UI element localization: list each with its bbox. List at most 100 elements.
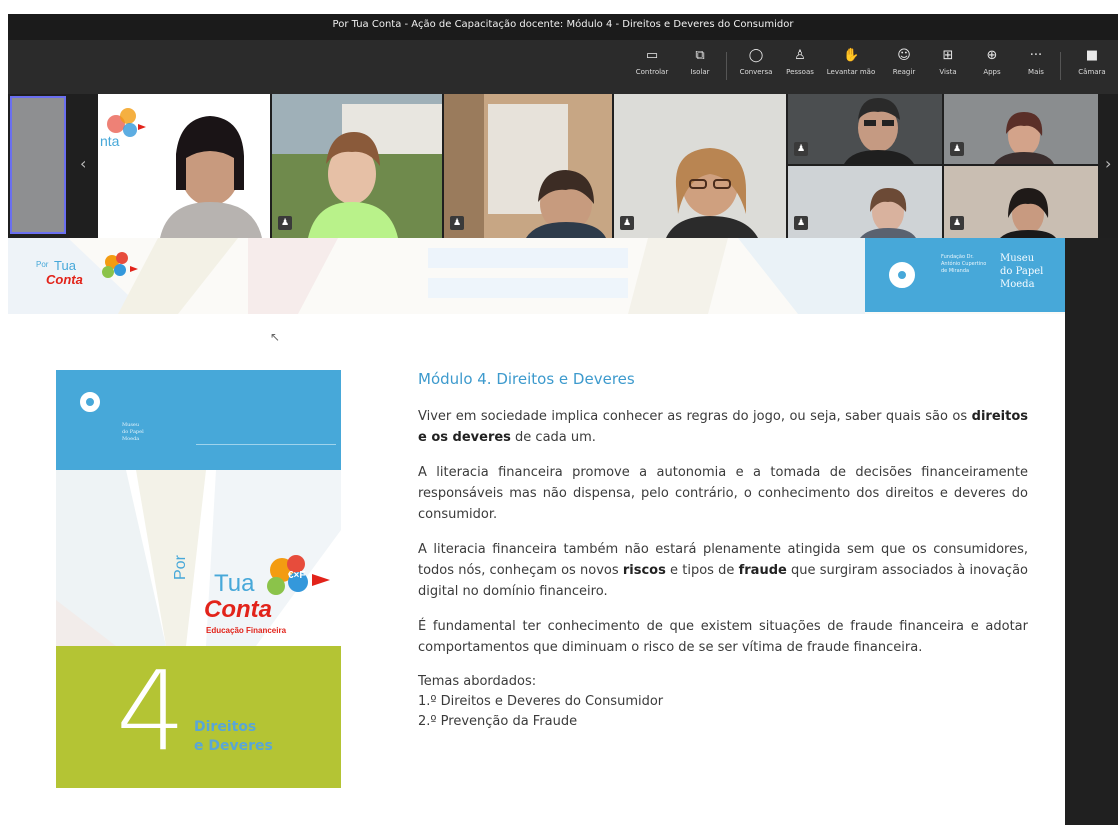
camera-icon: ■ [1085,48,1099,63]
toolbar-divider [1060,52,1061,80]
participant-status-icon: ♟ [950,142,964,156]
apps-button[interactable]: ⊕ Apps [970,48,1014,76]
apps-icon: ⊕ [986,48,998,63]
meeting-toolbar: ▭ Controlar ⧉ Isolar ◯ Conversa ♙ Pessoa… [8,40,1118,94]
pop-out-label: Isolar [690,68,710,76]
header-logo-line2: Conta [46,272,83,287]
participant-video [272,94,442,238]
book-logo: €×F Por Tua Conta Educação Financeira [172,552,334,642]
camera-label: Câmara [1078,68,1106,76]
participant-tile-presenter[interactable]: nta [98,94,270,238]
participant-video [614,94,786,238]
participant-tile[interactable]: ♟ [788,94,942,164]
apps-label: Apps [983,68,1001,76]
header-logo: Por Tua Conta [34,246,144,306]
react-button[interactable]: ☺ Reagir [882,48,926,76]
participant-status-icon: ♟ [794,142,808,156]
participant-tile[interactable]: ♟ [444,94,612,238]
participant-video [444,94,612,238]
toolbar-divider [726,52,727,80]
book-logo-subtitle: Educação Financeira [206,626,287,635]
book-logo-badge: €×F [288,570,306,581]
participant-gallery: ‹ nta ♟ ♟ ♟ ♟ ♟ ♟ ♟ › [8,94,1118,238]
paragraph-1-end: de cada um. [510,430,596,445]
book-module-number: 4 [116,647,186,775]
paragraph-3-mid: e tipos de [665,563,739,578]
paragraph-3: A literacia financeira também não estará… [418,539,1028,602]
header-logo-prefix: Por [36,260,49,269]
participant-tile[interactable]: ♟ [788,166,942,238]
control-icon: ▭ [645,48,659,63]
module-book-cover: Museu do Papel Moeda €×F Por Tua Conta E… [56,370,341,788]
svg-text:nta: nta [100,133,120,149]
meeting-window: Por Tua Conta - Ação de Capacitação doce… [8,0,1118,825]
book-museum-line2: do Papel [122,429,144,435]
museum-ring-icon [889,262,915,288]
camera-button[interactable]: ■ Câmara [1070,48,1114,76]
book-divider [196,444,336,445]
stage-side-panel [1065,238,1118,825]
gallery-previous-icon[interactable]: ‹ [80,154,86,173]
paragraph-3-bold-risks: riscos [622,563,666,578]
chat-button[interactable]: ◯ Conversa [734,48,778,76]
participant-tile[interactable]: ♟ [272,94,442,238]
museum-name-line1: Museu [1000,253,1035,264]
museum-name: Museu do Papel Moeda [1000,252,1043,291]
gallery-next-icon[interactable]: › [1105,154,1111,173]
museum-name-line3: Moeda [1000,279,1035,290]
raise-hand-label: Levantar mão [826,68,876,76]
view-icon: ⊞ [942,48,954,63]
view-button[interactable]: ⊞ Vista [926,48,970,76]
book-logo-line1: Tua [214,570,255,597]
topic-item: 1.º Direitos e Deveres do Consumidor [418,694,664,709]
chat-icon: ◯ [748,48,764,63]
book-top-band: Museu do Papel Moeda [56,370,341,470]
slide-heading: Módulo 4. Direitos e Deveres [418,370,635,388]
slide-text-body: Módulo 4. Direitos e Deveres Viver em so… [418,370,1028,732]
people-button[interactable]: ♙ Pessoas [778,48,822,76]
pop-out-button[interactable]: ⧉ Isolar [678,48,722,76]
raise-hand-button[interactable]: ✋ Levantar mão [822,48,880,76]
people-label: Pessoas [786,68,814,76]
museum-logo-panel: Fundação Dr. António Cupertino de Mirand… [865,238,1065,312]
museum-name-line2: do Papel [1000,266,1044,277]
participant-video [944,166,1098,238]
pop-out-icon: ⧉ [695,48,705,63]
topics-title: Temas abordados: [418,674,537,689]
chat-label: Conversa [739,68,773,76]
museum-foundation-text: Fundação Dr. António Cupertino de Mirand… [941,254,987,274]
paragraph-2: A literacia financeira promove a autonom… [418,465,1028,522]
people-icon: ♙ [794,48,806,63]
control-button[interactable]: ▭ Controlar [630,48,674,76]
more-icon: ··· [1029,48,1043,63]
participant-tile[interactable]: ♟ [944,94,1098,164]
participant-status-icon: ♟ [620,216,634,230]
more-button[interactable]: ··· Mais [1014,48,1058,76]
react-icon: ☺ [897,48,911,63]
participant-status-icon: ♟ [950,216,964,230]
participant-video [788,94,942,164]
participant-tile[interactable]: ♟ [614,94,786,238]
participant-status-icon: ♟ [794,216,808,230]
react-label: Reagir [892,68,916,76]
book-module-title-line1: Direitos [194,719,257,735]
title-bar: Por Tua Conta - Ação de Capacitação doce… [8,0,1118,40]
book-logo-line2: Conta [204,596,272,623]
view-label: Vista [939,68,957,76]
more-label: Mais [1028,68,1044,76]
book-museum-line1: Museu [122,422,140,428]
participant-video [944,94,1098,164]
presenter-video: nta [100,108,262,238]
paragraph-1: Viver em sociedade implica conhecer as r… [418,406,1028,448]
participant-tile-selected[interactable] [10,96,66,234]
book-logo-prefix: Por [172,555,189,580]
control-label: Controlar [635,68,669,76]
participant-status-icon: ♟ [278,216,292,230]
participant-tile[interactable]: ♟ [944,166,1098,238]
window-title: Por Tua Conta - Ação de Capacitação doce… [332,19,794,30]
book-museum-line3: Moeda [122,436,140,442]
book-module-title: Direitos e Deveres [194,718,273,756]
topic-item: 2.º Prevenção da Fraude [418,714,578,729]
participant-video [788,166,942,238]
book-museum-ring-icon [80,392,100,412]
